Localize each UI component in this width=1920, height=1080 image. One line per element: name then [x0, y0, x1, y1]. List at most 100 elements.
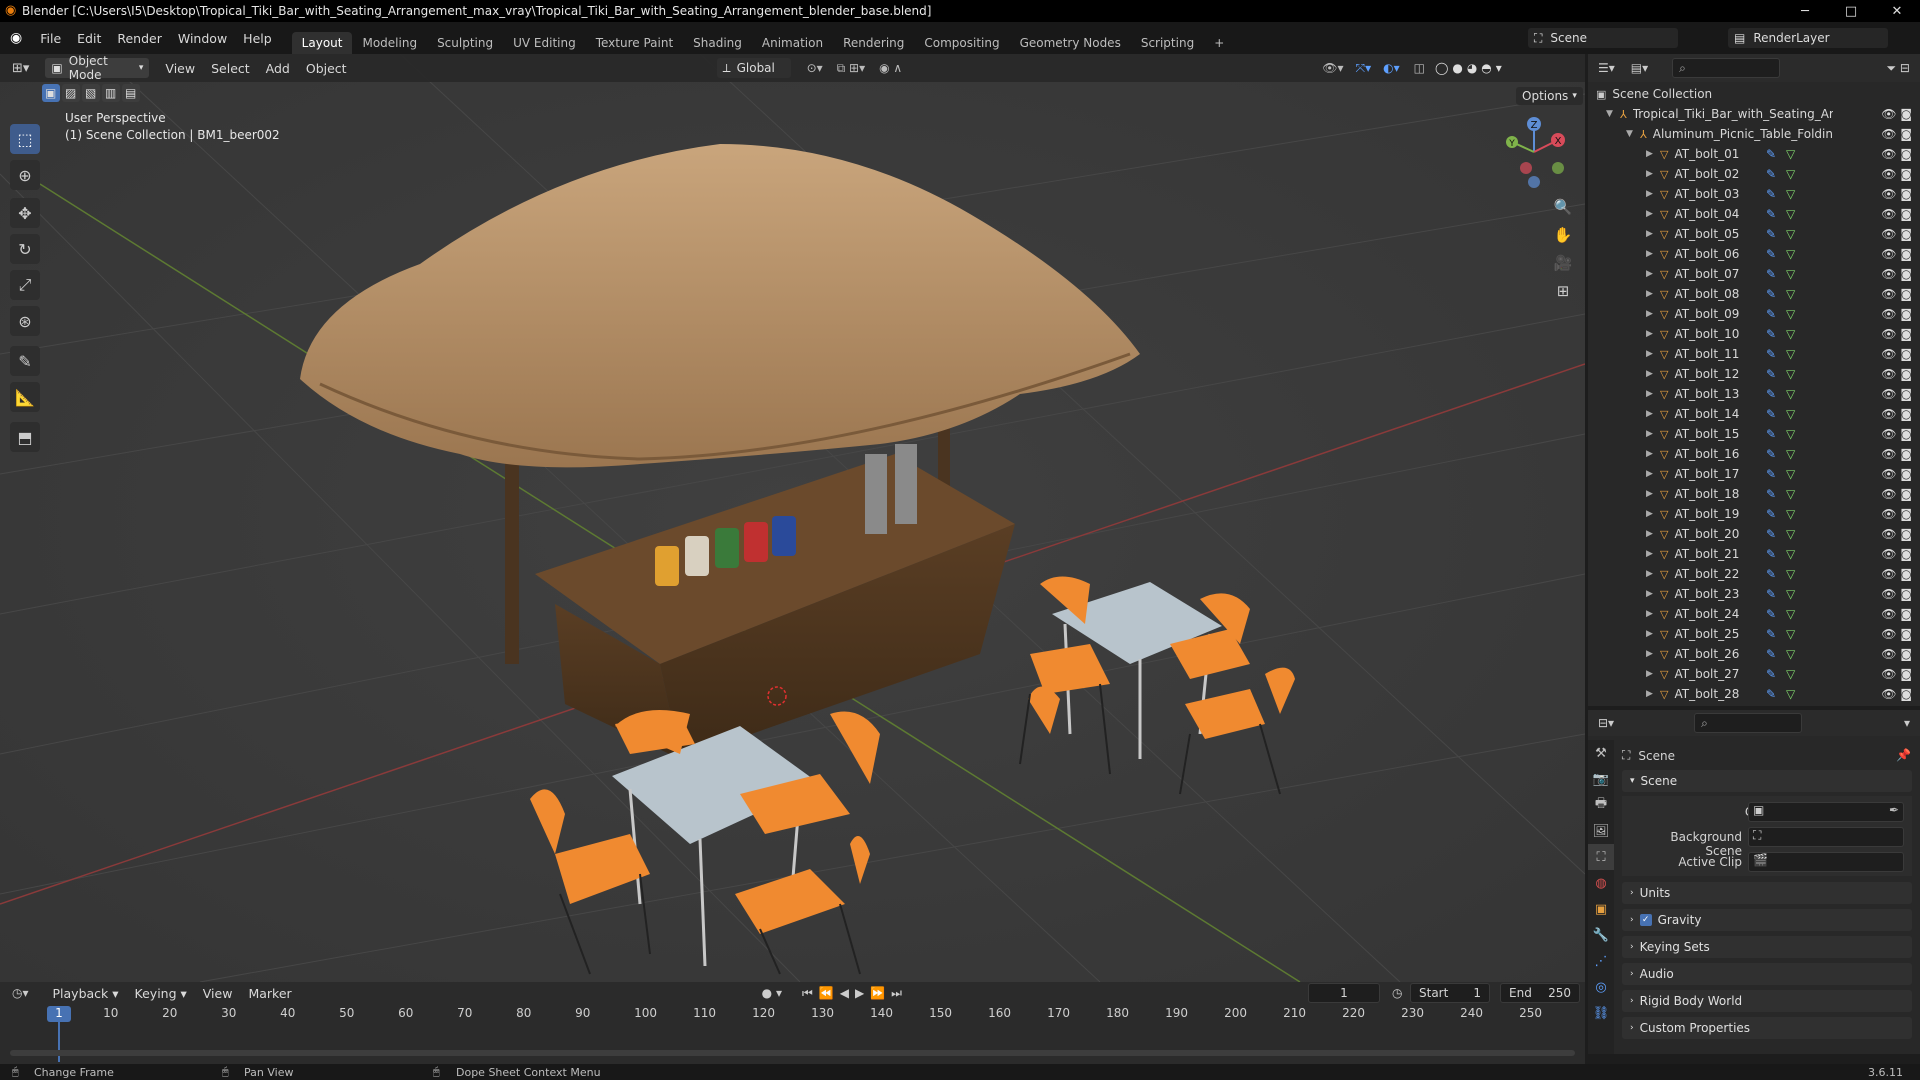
outliner-object-row[interactable]: ▶ ▽ AT_bolt_24 ✎ ▽ 👁 ◙: [1588, 604, 1920, 624]
chevron-down-icon[interactable]: ▾: [1904, 716, 1910, 730]
expand-arrow-icon[interactable]: ▶: [1646, 649, 1660, 659]
mesh-data-icon[interactable]: ▽: [1786, 167, 1795, 181]
expand-arrow-icon[interactable]: ▶: [1646, 429, 1660, 439]
mesh-data-icon[interactable]: ▽: [1786, 587, 1795, 601]
scene-collection-row[interactable]: ▣ Scene Collection: [1588, 84, 1920, 104]
visibility-icons[interactable]: 👁 ◙: [1881, 287, 1912, 301]
expand-arrow-icon[interactable]: ▶: [1646, 309, 1660, 319]
tab-modeling[interactable]: Modeling: [352, 32, 427, 54]
outliner-object-row[interactable]: ▶ ▽ AT_bolt_11 ✎ ▽ 👁 ◙: [1588, 344, 1920, 364]
timeline-panel[interactable]: ◷▾ Playback ▾ Keying ▾ View Marker ● ▾ ⏮…: [0, 982, 1585, 1064]
mesh-data-icon[interactable]: ▽: [1786, 447, 1795, 461]
mesh-data-icon[interactable]: ▽: [1786, 327, 1795, 341]
viewport-menu-object[interactable]: Object: [298, 61, 355, 76]
object-mode-dropdown[interactable]: ▣ Object Mode ▾: [45, 54, 150, 82]
keying-sets-panel[interactable]: › Keying Sets: [1622, 936, 1912, 958]
expand-arrow-icon[interactable]: ▶: [1646, 669, 1660, 679]
render-tab-icon[interactable]: 📷: [1588, 766, 1614, 792]
cursor-tool[interactable]: ⊕: [10, 160, 40, 190]
options-dropdown[interactable]: Options ▾: [1516, 87, 1583, 105]
mesh-data-icon[interactable]: ▽: [1786, 527, 1795, 541]
mesh-data-icon[interactable]: ▽: [1786, 307, 1795, 321]
modifier-wrench-icon[interactable]: ✎: [1766, 247, 1776, 261]
expand-arrow-icon[interactable]: ▶: [1646, 369, 1660, 379]
outliner-object-row[interactable]: ▶ ▽ AT_bolt_03 ✎ ▽ 👁 ◙: [1588, 184, 1920, 204]
outliner-object-row[interactable]: ▶ ▽ AT_bolt_09 ✎ ▽ 👁 ◙: [1588, 304, 1920, 324]
modifier-wrench-icon[interactable]: ✎: [1766, 307, 1776, 321]
expand-arrow-icon[interactable]: ▶: [1646, 529, 1660, 539]
modifier-wrench-icon[interactable]: ✎: [1766, 487, 1776, 501]
mesh-data-icon[interactable]: ▽: [1786, 627, 1795, 641]
outliner-object-row[interactable]: ▶ ▽ AT_bolt_05 ✎ ▽ 👁 ◙: [1588, 224, 1920, 244]
expand-arrow-icon[interactable]: ▶: [1646, 289, 1660, 299]
pivot-icon[interactable]: ⊙▾: [807, 61, 823, 75]
modifier-wrench-icon[interactable]: ✎: [1766, 287, 1776, 301]
overlay-toggle-icon[interactable]: ◐▾: [1383, 61, 1400, 75]
expand-arrow-icon[interactable]: ▶: [1646, 589, 1660, 599]
visibility-icons[interactable]: 👁 ◙: [1881, 607, 1912, 621]
visibility-icons[interactable]: 👁 ◙: [1881, 547, 1912, 561]
measure-tool[interactable]: 📐: [10, 382, 40, 412]
timeline-scrollbar[interactable]: [10, 1050, 1575, 1056]
outliner-object-row[interactable]: ▶ ▽ AT_bolt_19 ✎ ▽ 👁 ◙: [1588, 504, 1920, 524]
camera-view-icon[interactable]: 🎥: [1550, 250, 1576, 276]
expand-arrow-icon[interactable]: ▶: [1646, 329, 1660, 339]
gizmo-toggle-icon[interactable]: ⤧▾: [1355, 61, 1371, 76]
close-button[interactable]: ✕: [1874, 0, 1920, 22]
select-intersect-icon[interactable]: ▤: [122, 84, 140, 102]
visibility-icons[interactable]: 👁 ◙: [1881, 427, 1912, 441]
outliner-object-row[interactable]: ▶ ▽ AT_bolt_18 ✎ ▽ 👁 ◙: [1588, 484, 1920, 504]
visibility-icons[interactable]: 👁 ◙: [1881, 107, 1912, 121]
editor-type-icon[interactable]: ⊞▾: [12, 61, 29, 76]
mesh-data-icon[interactable]: ▽: [1786, 687, 1795, 701]
tab-sculpting[interactable]: Sculpting: [427, 32, 503, 54]
scene-selector[interactable]: ⛶ Scene: [1528, 28, 1678, 48]
expand-arrow-icon[interactable]: ▶: [1646, 549, 1660, 559]
modifier-wrench-icon[interactable]: ✎: [1766, 467, 1776, 481]
mesh-data-icon[interactable]: ▽: [1786, 427, 1795, 441]
expand-arrow-icon[interactable]: ▶: [1646, 469, 1660, 479]
custom-properties-panel[interactable]: › Custom Properties: [1622, 1017, 1912, 1039]
visibility-icons[interactable]: 👁 ◙: [1881, 127, 1912, 141]
transform-orientation-dropdown[interactable]: ⟂ Global: [716, 58, 791, 78]
outliner-object-row[interactable]: ▶ ▽ AT_bolt_01 ✎ ▽ 👁 ◙: [1588, 144, 1920, 164]
expand-arrow-icon[interactable]: ▶: [1646, 249, 1660, 259]
outliner-object-row[interactable]: ▶ ▽ AT_bolt_12 ✎ ▽ 👁 ◙: [1588, 364, 1920, 384]
visibility-icons[interactable]: 👁 ◙: [1881, 187, 1912, 201]
visibility-icons[interactable]: 👁 ◙: [1881, 487, 1912, 501]
particles-tab-icon[interactable]: ⋰: [1588, 948, 1614, 974]
visibility-icons[interactable]: 👁 ◙: [1881, 467, 1912, 481]
properties-editor-icon[interactable]: ⊟▾: [1598, 716, 1614, 730]
tab-texture-paint[interactable]: Texture Paint: [586, 32, 683, 54]
mesh-data-icon[interactable]: ▽: [1786, 507, 1795, 521]
mesh-data-icon[interactable]: ▽: [1786, 407, 1795, 421]
visibility-icons[interactable]: 👁 ◙: [1881, 447, 1912, 461]
proportional-edit-icon[interactable]: ◉ ∧: [879, 61, 902, 75]
move-tool[interactable]: ✥: [10, 198, 40, 228]
world-tab-icon[interactable]: ◍: [1588, 870, 1614, 896]
gizmo-neg-z-icon[interactable]: [1528, 176, 1540, 188]
visibility-icons[interactable]: 👁 ◙: [1881, 407, 1912, 421]
mesh-data-icon[interactable]: ▽: [1786, 287, 1795, 301]
rigid-body-world-panel[interactable]: › Rigid Body World: [1622, 990, 1912, 1012]
eyedropper-icon[interactable]: ✒: [1889, 803, 1899, 817]
gravity-panel[interactable]: › ✓ Gravity: [1622, 909, 1912, 931]
outliner-object-row[interactable]: ▶ ▽ AT_bolt_21 ✎ ▽ 👁 ◙: [1588, 544, 1920, 564]
add-cube-tool[interactable]: ⬒: [10, 422, 40, 452]
outliner-object-row[interactable]: ▶ ▽ AT_bolt_07 ✎ ▽ 👁 ◙: [1588, 264, 1920, 284]
menu-edit[interactable]: Edit: [69, 31, 109, 46]
mesh-data-icon[interactable]: ▽: [1786, 487, 1795, 501]
grid-view-icon[interactable]: ⊞: [1550, 278, 1576, 304]
visibility-icons[interactable]: 👁 ◙: [1881, 327, 1912, 341]
modifier-wrench-icon[interactable]: ✎: [1766, 507, 1776, 521]
modifier-wrench-icon[interactable]: ✎: [1766, 407, 1776, 421]
scene-tab-icon[interactable]: ⛶: [1588, 844, 1614, 870]
rotate-tool[interactable]: ↻: [10, 234, 40, 264]
menu-render[interactable]: Render: [109, 31, 170, 46]
pan-hand-icon[interactable]: ✋: [1550, 222, 1576, 248]
blender-menu-icon[interactable]: ◉: [10, 30, 22, 46]
modifier-wrench-icon[interactable]: ✎: [1766, 147, 1776, 161]
visibility-icons[interactable]: 👁 ◙: [1881, 147, 1912, 161]
visibility-icons[interactable]: 👁 ◙: [1881, 247, 1912, 261]
select-box-tool[interactable]: ⬚: [10, 124, 40, 154]
